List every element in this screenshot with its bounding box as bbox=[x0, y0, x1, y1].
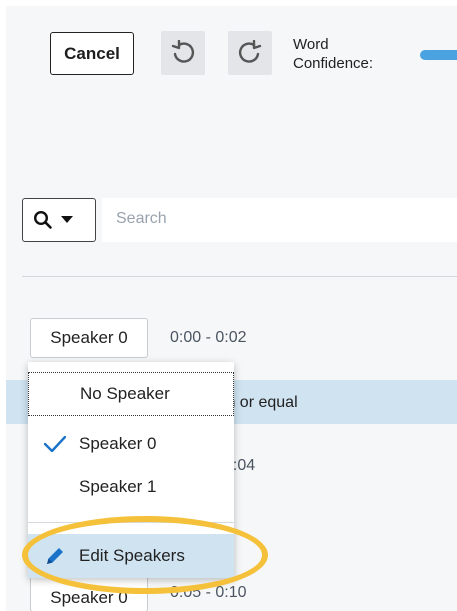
menu-item-speaker-0[interactable]: Speaker 0 bbox=[28, 422, 234, 466]
menu-divider bbox=[28, 522, 234, 523]
undo-icon bbox=[171, 40, 195, 63]
speaker-button[interactable]: Speaker 0 bbox=[30, 318, 148, 358]
speaker-dropdown-menu: No Speaker Speaker 0 Speaker 1 Edit Spea… bbox=[28, 362, 234, 578]
redo-icon bbox=[238, 40, 262, 63]
cancel-button[interactable]: Cancel bbox=[50, 32, 134, 75]
search-input[interactable]: Search bbox=[102, 198, 457, 242]
segment-time: 0:00 - 0:02 bbox=[170, 329, 247, 346]
checkmark-icon bbox=[44, 436, 66, 452]
divider bbox=[22, 276, 457, 277]
segment-time: 0:05 - 0:10 bbox=[170, 584, 247, 601]
search-icon bbox=[33, 210, 52, 229]
undo-button[interactable] bbox=[161, 31, 205, 75]
menu-item-edit-speakers[interactable]: Edit Speakers bbox=[28, 534, 234, 578]
search-placeholder: Search bbox=[116, 210, 167, 227]
chevron-down-icon bbox=[61, 216, 73, 223]
pencil-icon bbox=[47, 548, 63, 564]
menu-item-no-speaker[interactable]: No Speaker bbox=[28, 372, 234, 416]
word-confidence-label: Word Confidence: bbox=[293, 36, 374, 72]
transcript-editor: Cancel Word Confidence: Search Speaker 0… bbox=[6, 6, 457, 611]
word-confidence-slider[interactable] bbox=[420, 50, 457, 60]
search-type-dropdown[interactable] bbox=[22, 198, 96, 242]
redo-button[interactable] bbox=[228, 31, 272, 75]
menu-item-speaker-1[interactable]: Speaker 1 bbox=[28, 465, 234, 509]
